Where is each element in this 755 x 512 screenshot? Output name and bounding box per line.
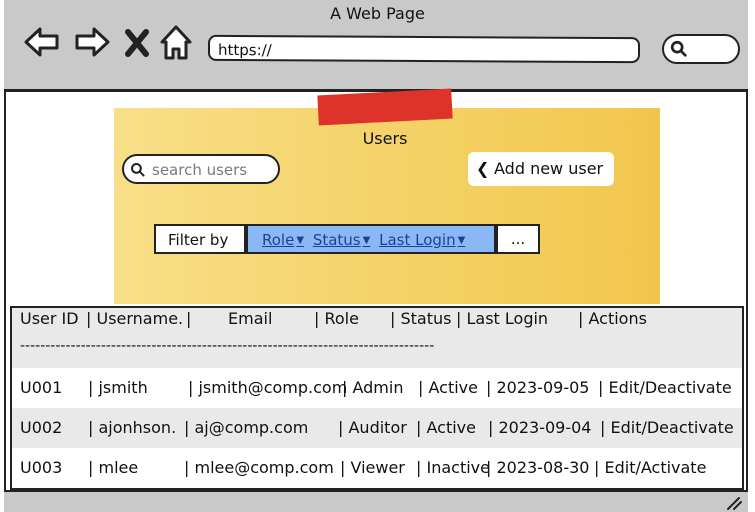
table-row: U003 | mlee | mlee@comp.com | Viewer | I…	[12, 448, 742, 488]
table-row: U002 | ajonhson. | aj@comp.com | Auditor…	[12, 408, 742, 448]
cell-email: | mlee@comp.com	[184, 458, 334, 477]
header-actions: | Actions	[578, 309, 647, 328]
edit-deactivate-link[interactable]: | Edit/Deactivate	[600, 418, 734, 437]
dropdown-arrow-icon: ▼	[362, 235, 371, 246]
users-table: User ID | Username. | Email | Role | Sta…	[10, 306, 744, 490]
page-title: Users	[362, 129, 408, 148]
dropdown-arrow-icon: ▼	[457, 235, 466, 246]
resize-grip-icon[interactable]	[726, 496, 742, 510]
forward-arrow-icon[interactable]	[72, 22, 112, 62]
cell-status: | Active	[418, 378, 478, 397]
window-title: A Web Page	[330, 4, 425, 23]
cell-email: | jsmith@comp.com	[188, 378, 348, 397]
cell-email: | aj@comp.com	[184, 418, 309, 437]
filter-last-login-label: Last Login	[379, 231, 456, 249]
header-email: Email	[228, 309, 273, 328]
cell-last-login: | 2023-09-05	[486, 378, 590, 397]
cell-status: | Active	[416, 418, 476, 437]
search-input[interactable]	[150, 159, 278, 181]
cell-role: | Auditor	[338, 418, 407, 437]
filter-options: Role ▼ Status ▼ Last Login ▼	[246, 224, 496, 254]
cell-status: | Inactive	[416, 458, 490, 477]
filter-role-label: Role	[262, 231, 295, 249]
filter-by-label: Filter by	[154, 224, 246, 254]
browser-search-button[interactable]	[662, 34, 740, 64]
cell-role: | Admin	[342, 378, 404, 397]
cell-role: | Viewer	[340, 458, 405, 477]
cell-username: | jsmith	[88, 378, 148, 397]
filter-role[interactable]: Role ▼	[262, 231, 304, 249]
close-x-icon[interactable]	[122, 22, 152, 62]
search-icon	[131, 163, 145, 177]
table-separator-line: ----------------------------------------…	[20, 338, 435, 354]
filter-last-login[interactable]: Last Login ▼	[379, 231, 465, 249]
header-role: | Role	[314, 309, 359, 328]
cell-last-login: | 2023-08-30	[486, 458, 590, 477]
search-icon	[670, 40, 687, 57]
cell-last-login: | 2023-09-04	[488, 418, 592, 437]
header-status: | Status	[390, 309, 452, 328]
table-row: U001 | jsmith | jsmith@comp.com | Admin …	[12, 368, 742, 408]
edit-activate-link[interactable]: | Edit/Activate	[594, 458, 706, 477]
url-text: https://	[217, 40, 272, 60]
user-search-field[interactable]	[122, 154, 280, 184]
filter-status-label: Status	[312, 231, 361, 249]
cell-username: | ajonhson.	[88, 418, 177, 437]
header-username: | Username.	[86, 309, 184, 328]
filter-status[interactable]: Status ▼	[313, 231, 371, 249]
horizontal-scrollbar[interactable]	[4, 490, 748, 512]
cell-username: | mlee	[88, 458, 139, 477]
more-filters-button[interactable]: ...	[496, 224, 540, 254]
cell-user-id: U003	[20, 458, 63, 477]
header-user-id: User ID	[20, 309, 79, 328]
dropdown-arrow-icon: ▼	[296, 235, 305, 246]
header-last-login: | Last Login	[456, 309, 549, 328]
add-user-label: Add new user	[494, 159, 604, 178]
edit-deactivate-link[interactable]: | Edit/Deactivate	[598, 378, 732, 397]
cell-user-id: U001	[20, 378, 63, 397]
header-separator: |	[186, 309, 192, 328]
chevron-left-icon: ❮	[476, 159, 490, 178]
cell-user-id: U002	[20, 418, 63, 437]
home-icon[interactable]	[158, 22, 194, 62]
back-arrow-icon[interactable]	[22, 22, 62, 62]
url-bar[interactable]: https://	[207, 34, 641, 64]
add-user-button[interactable]: ❮ Add new user	[468, 152, 614, 186]
